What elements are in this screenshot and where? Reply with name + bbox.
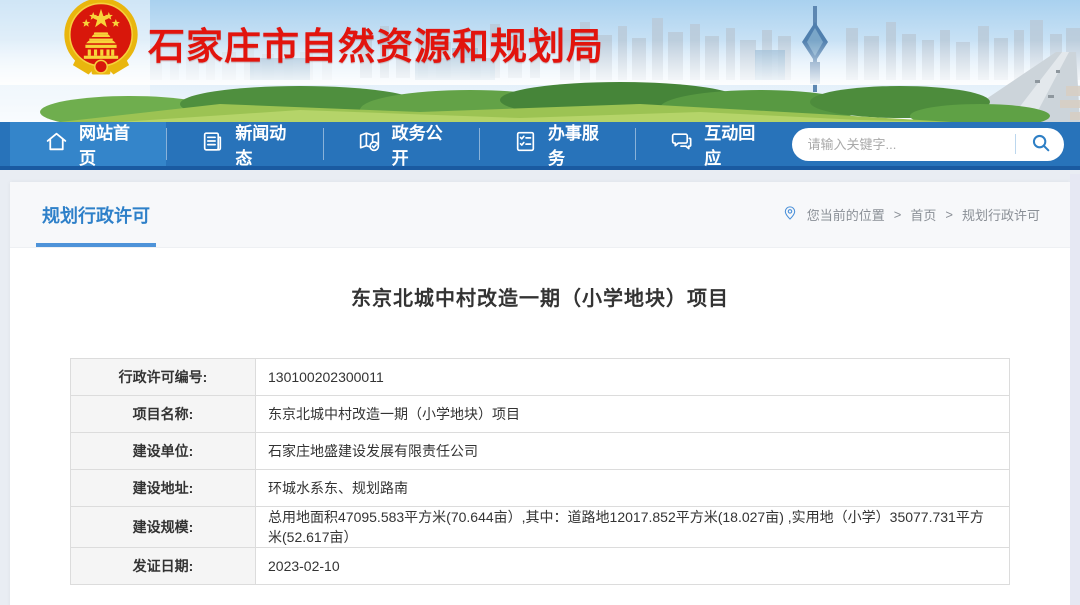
chat-bubbles-icon xyxy=(669,129,694,159)
national-emblem xyxy=(62,0,140,76)
nav-item-home[interactable]: 网站首页 xyxy=(10,122,166,166)
breadcrumb-bar: 规划行政许可 您当前的位置 > 首页 > 规划行政许可 xyxy=(10,182,1070,248)
table-row: 建设地址: 环城水系东、规划路南 xyxy=(71,470,1010,507)
breadcrumb-separator: > xyxy=(945,207,953,222)
content-panel: 规划行政许可 您当前的位置 > 首页 > 规划行政许可 东京北城中村改造一期（小… xyxy=(10,182,1070,605)
row-value: 2023-02-10 xyxy=(256,548,1010,585)
nav-items: 网站首页 新闻动态 政务公开 xyxy=(0,122,792,166)
search-divider xyxy=(1015,134,1016,154)
site-header: 石家庄市自然资源和规划局 xyxy=(0,0,1080,122)
page-gap xyxy=(0,170,1080,182)
breadcrumb: 您当前的位置 > 首页 > 规划行政许可 xyxy=(782,205,1040,224)
home-icon xyxy=(44,129,69,159)
site-title: 石家庄市自然资源和规划局 xyxy=(148,16,604,70)
breadcrumb-location-label: 您当前的位置 xyxy=(807,205,885,224)
open-map-check-icon xyxy=(357,129,382,159)
nav-label: 互动回应 xyxy=(704,119,757,169)
project-title: 东京北城中村改造一期（小学地块）项目 xyxy=(10,282,1070,311)
row-label: 行政许可编号: xyxy=(71,359,256,396)
search-input[interactable] xyxy=(808,137,1015,152)
news-icon xyxy=(200,129,225,159)
tab-planning-permits[interactable]: 规划行政许可 xyxy=(42,182,150,247)
nav-label: 政务公开 xyxy=(392,119,445,169)
nav-item-gov-info[interactable]: 政务公开 xyxy=(323,122,479,166)
row-value: 东京北城中村改造一期（小学地块）项目 xyxy=(256,396,1010,433)
row-label: 建设单位: xyxy=(71,433,256,470)
search-button[interactable] xyxy=(1024,130,1058,158)
nav-item-news[interactable]: 新闻动态 xyxy=(166,122,322,166)
location-pin-icon xyxy=(782,205,798,224)
nav-item-interaction[interactable]: 互动回应 xyxy=(635,122,791,166)
row-value: 130100202300011 xyxy=(256,359,1010,396)
table-row: 行政许可编号: 130100202300011 xyxy=(71,359,1010,396)
breadcrumb-home-link[interactable]: 首页 xyxy=(910,205,936,224)
breadcrumb-separator: > xyxy=(894,207,902,222)
row-value: 石家庄地盛建设发展有限责任公司 xyxy=(256,433,1010,470)
search-box xyxy=(792,128,1064,161)
article-content: 东京北城中村改造一期（小学地块）项目 行政许可编号: 1301002023000… xyxy=(10,248,1070,585)
table-row: 项目名称: 东京北城中村改造一期（小学地块）项目 xyxy=(71,396,1010,433)
nav-label: 办事服务 xyxy=(548,119,601,169)
search-icon xyxy=(1030,132,1052,157)
scrollbar-track[interactable] xyxy=(1070,174,1080,605)
nav-label: 新闻动态 xyxy=(235,119,288,169)
table-row: 发证日期: 2023-02-10 xyxy=(71,548,1010,585)
row-label: 建设规模: xyxy=(71,507,256,548)
permit-info-table: 行政许可编号: 130100202300011 项目名称: 东京北城中村改造一期… xyxy=(70,358,1010,585)
nav-label: 网站首页 xyxy=(79,119,132,169)
main-nav: 网站首页 新闻动态 政务公开 xyxy=(0,122,1080,170)
nav-item-services[interactable]: 办事服务 xyxy=(479,122,635,166)
breadcrumb-current[interactable]: 规划行政许可 xyxy=(962,205,1040,224)
row-label: 建设地址: xyxy=(71,470,256,507)
checklist-icon xyxy=(513,129,538,159)
table-row: 建设单位: 石家庄地盛建设发展有限责任公司 xyxy=(71,433,1010,470)
table-row: 建设规模: 总用地面积47095.583平方米(70.644亩）,其中：道路地1… xyxy=(71,507,1010,548)
row-label: 发证日期: xyxy=(71,548,256,585)
section-tab-label: 规划行政许可 xyxy=(42,202,150,228)
row-value: 环城水系东、规划路南 xyxy=(256,470,1010,507)
row-value: 总用地面积47095.583平方米(70.644亩）,其中：道路地12017.8… xyxy=(256,507,1010,548)
row-label: 项目名称: xyxy=(71,396,256,433)
